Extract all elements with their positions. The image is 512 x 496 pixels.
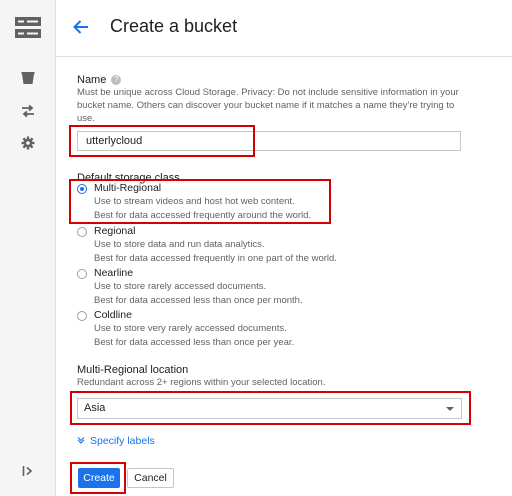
radio-button[interactable]: [77, 227, 87, 237]
storage-option-desc: Use to stream videos and host hot web co…: [94, 196, 295, 207]
storage-option-desc: Best for data accessed frequently in one…: [94, 253, 337, 264]
page-title: Create a bucket: [110, 16, 238, 36]
collapse-icon[interactable]: [0, 465, 55, 477]
location-select-value: Asia: [84, 402, 106, 414]
transfer-icon[interactable]: [0, 104, 55, 118]
radio-button[interactable]: [77, 269, 87, 279]
chevron-down-icon: [77, 435, 85, 447]
specify-labels-text: Specify labels: [90, 435, 155, 447]
caret-down-icon: [446, 407, 454, 411]
name-label-text: Name: [77, 74, 107, 86]
storage-option-label: Multi-Regional: [94, 182, 162, 194]
bucket-name-input[interactable]: utterlycloud: [77, 131, 461, 151]
storage-option-desc: Use to store very rarely accessed docume…: [94, 323, 287, 334]
specify-labels-link[interactable]: Specify labels: [77, 435, 155, 447]
cancel-button[interactable]: Cancel: [127, 468, 174, 488]
create-button[interactable]: Create: [78, 468, 120, 488]
storage-icon[interactable]: [0, 17, 55, 39]
radio-button[interactable]: [77, 311, 87, 321]
name-description: Must be unique across Cloud Storage. Pri…: [77, 87, 459, 124]
location-label: Multi-Regional location: [77, 364, 189, 376]
storage-option-label: Coldline: [94, 309, 132, 321]
storage-option-desc: Use to store rarely accessed documents.: [94, 281, 267, 292]
storage-option-desc: Best for data accessed frequently around…: [94, 210, 312, 221]
sidebar: [0, 0, 56, 496]
location-description: Redundant across 2+ regions within your …: [77, 377, 326, 388]
storage-option-desc: Best for data accessed less than once pe…: [94, 295, 303, 306]
storage-option-label: Regional: [94, 225, 136, 237]
storage-option-label: Nearline: [94, 267, 134, 279]
radio-button-checked[interactable]: [77, 184, 87, 194]
help-icon[interactable]: ?: [111, 75, 122, 86]
header: Create a bucket: [56, 0, 512, 57]
storage-option-desc: Best for data accessed less than once pe…: [94, 337, 295, 348]
location-select[interactable]: Asia: [77, 398, 462, 419]
name-label: Name?: [77, 74, 122, 86]
settings-icon[interactable]: [0, 136, 55, 150]
bucket-icon[interactable]: [0, 71, 55, 85]
storage-option-desc: Use to store data and run data analytics…: [94, 239, 265, 250]
arrow-back-icon[interactable]: [72, 18, 92, 38]
